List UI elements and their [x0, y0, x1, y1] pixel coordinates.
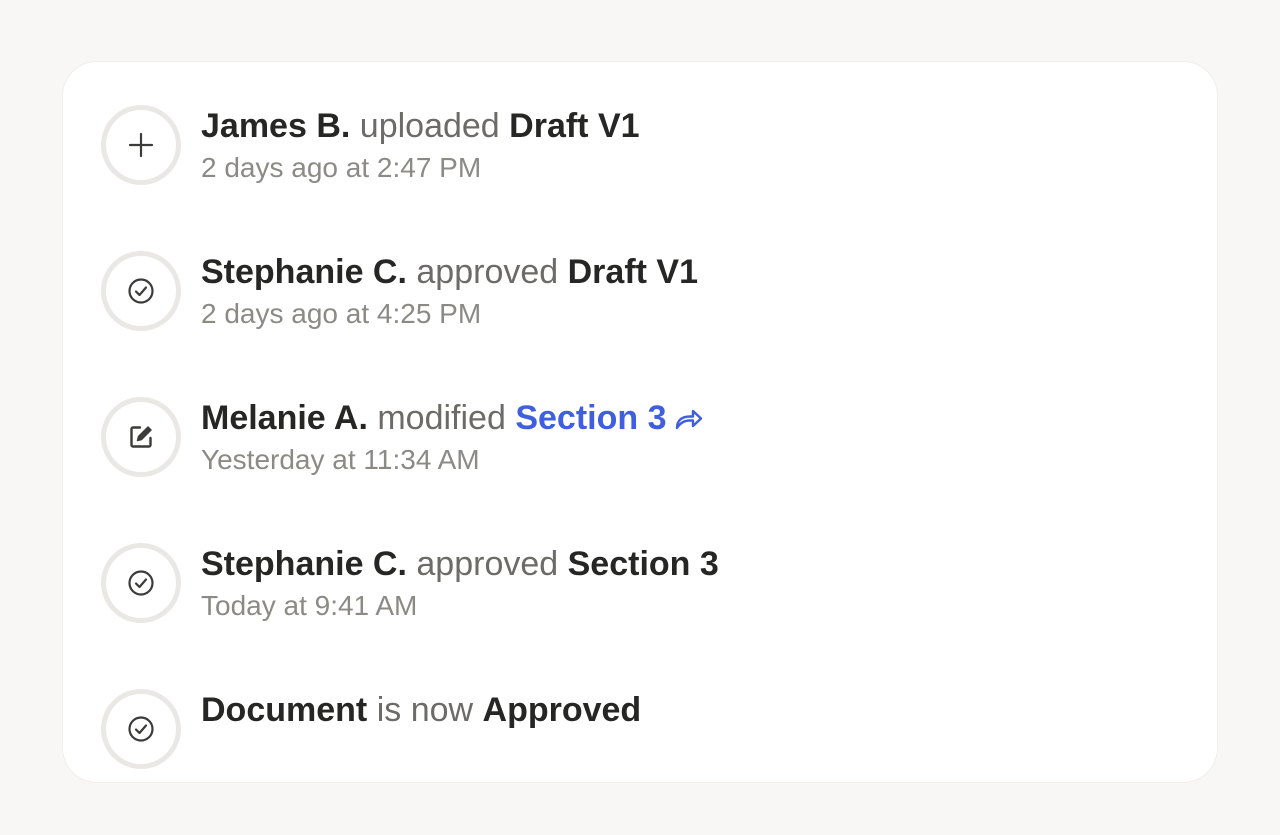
activity-text: Stephanie C. approved Section 3 Today at…	[201, 543, 719, 623]
check-circle-icon	[128, 278, 154, 304]
activity-verb: modified	[377, 399, 506, 437]
section-3-link[interactable]: Section 3	[515, 399, 702, 437]
activity-item: Document is now Approved	[101, 689, 1217, 835]
activity-target: Approved	[482, 691, 642, 729]
activity-timestamp: 2 days ago at 4:25 PM	[201, 298, 482, 329]
activity-item: Stephanie C. approved Draft V1 2 days ag…	[101, 251, 1217, 397]
activity-icon-circle	[106, 256, 176, 326]
activity-headline: Melanie A. modified Section 3	[201, 397, 703, 439]
activity-timestamp: Today at 9:41 AM	[201, 590, 418, 621]
plus-icon	[128, 132, 154, 158]
activity-icon-circle	[106, 548, 176, 618]
activity-icon-circle	[106, 110, 176, 180]
activity-text: James B. uploaded Draft V1 2 days ago at…	[201, 105, 640, 185]
activity-actor: Document	[201, 691, 368, 729]
activity-timestamp: Yesterday at 11:34 AM	[201, 444, 480, 475]
activity-text: Document is now Approved	[201, 689, 641, 735]
activity-icon-ring	[101, 689, 181, 769]
activity-icon-ring	[101, 397, 181, 477]
activity-icon-ring	[101, 251, 181, 331]
activity-actor: Stephanie C.	[201, 253, 407, 291]
activity-headline: James B. uploaded Draft V1	[201, 105, 640, 147]
activity-text: Stephanie C. approved Draft V1 2 days ag…	[201, 251, 698, 331]
activity-verb: uploaded	[359, 107, 500, 145]
activity-verb: approved	[416, 253, 559, 291]
check-circle-icon	[128, 716, 154, 742]
activity-icon-circle	[106, 694, 176, 764]
activity-headline: Stephanie C. approved Draft V1	[201, 251, 698, 293]
edit-icon	[130, 426, 152, 448]
activity-actor: James B.	[201, 107, 351, 145]
share-arrow-icon	[675, 409, 702, 430]
activity-timestamp: 2 days ago at 2:47 PM	[201, 152, 482, 183]
activity-actor: Melanie A.	[201, 399, 368, 437]
activity-headline: Document is now Approved	[201, 689, 641, 731]
activity-target[interactable]: Section 3	[515, 399, 666, 437]
activity-verb: approved	[416, 545, 559, 583]
activity-text: Melanie A. modified Section 3 Yesterday …	[201, 397, 703, 477]
activity-actor: Stephanie C.	[201, 545, 407, 583]
activity-item: Stephanie C. approved Section 3 Today at…	[101, 543, 1217, 689]
activity-item: James B. uploaded Draft V1 2 days ago at…	[101, 105, 1217, 251]
activity-card: James B. uploaded Draft V1 2 days ago at…	[63, 62, 1217, 782]
check-circle-icon	[128, 570, 154, 596]
activity-icon-ring	[101, 543, 181, 623]
activity-verb: is now	[376, 691, 474, 729]
activity-feed: James B. uploaded Draft V1 2 days ago at…	[101, 105, 1217, 835]
activity-target: Draft V1	[509, 107, 640, 145]
activity-item: Melanie A. modified Section 3 Yesterday …	[101, 397, 1217, 543]
activity-headline: Stephanie C. approved Section 3	[201, 543, 719, 585]
activity-icon-ring	[101, 105, 181, 185]
activity-target: Section 3	[567, 545, 719, 583]
activity-icon-circle	[106, 402, 176, 472]
activity-target: Draft V1	[567, 253, 698, 291]
